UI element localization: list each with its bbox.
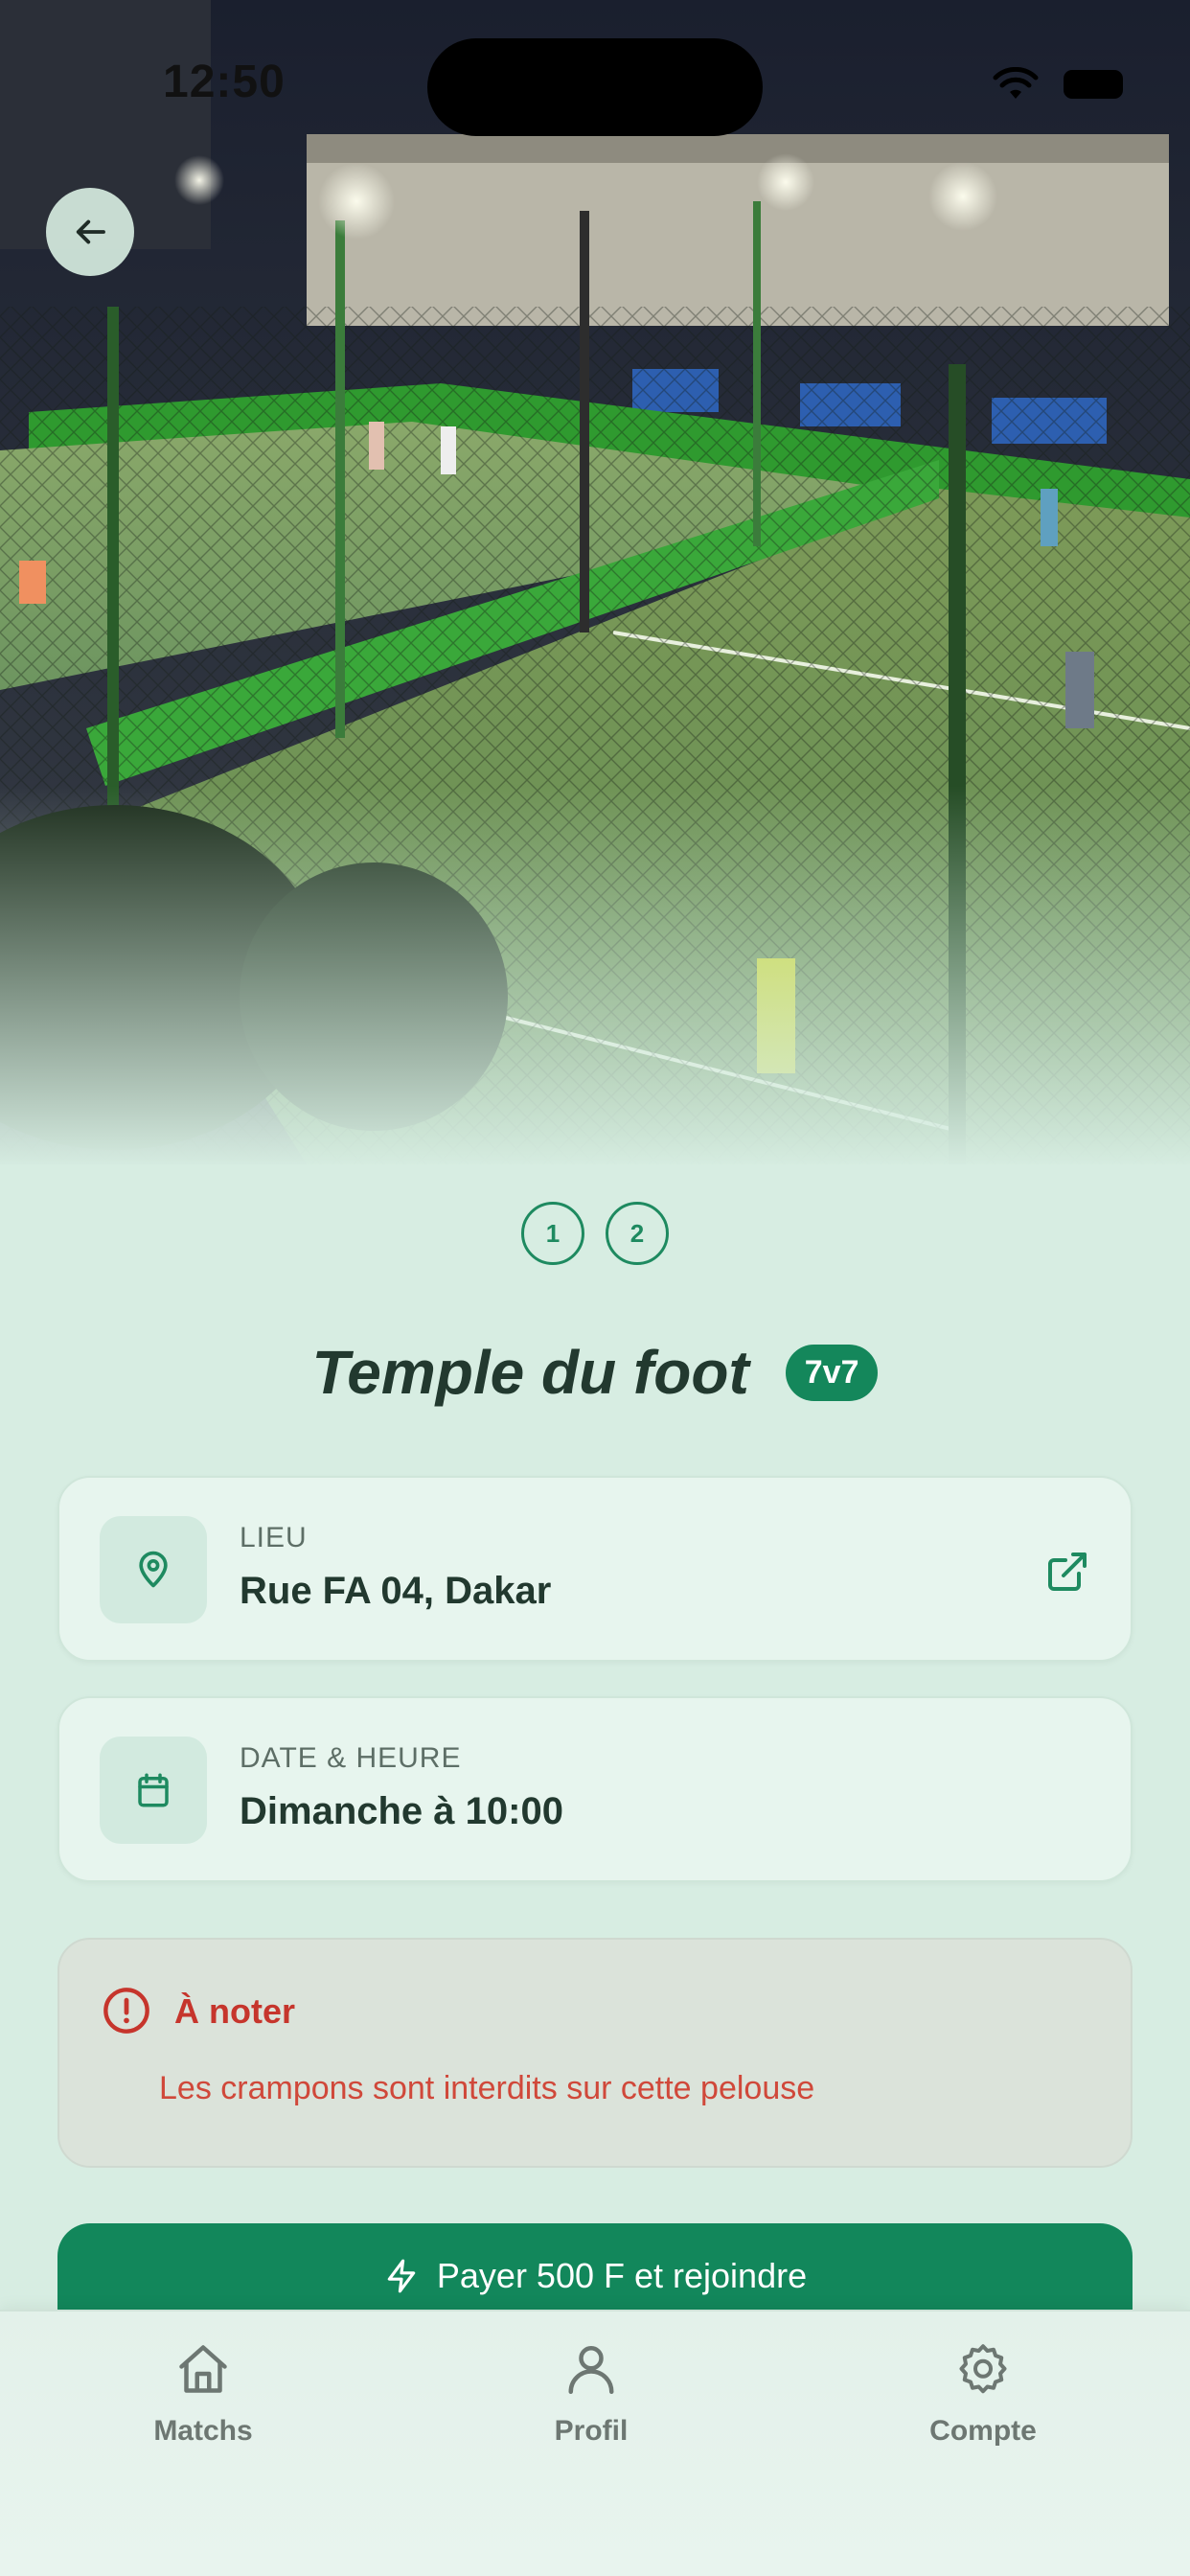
status-time: 12:50	[163, 57, 286, 107]
back-button[interactable]	[46, 188, 134, 276]
tab-matchs[interactable]: Matchs	[79, 2340, 328, 2448]
gallery-pagination: 1 2	[0, 1202, 1190, 1265]
battery-icon	[1064, 70, 1123, 99]
open-map-button[interactable]	[1041, 1545, 1094, 1598]
note-title: À noter	[174, 1991, 295, 2031]
datetime-card: DATE & HEURE Dimanche à 10:00	[57, 1696, 1133, 1882]
calendar-icon	[138, 1773, 169, 1807]
format-badge: 7v7	[785, 1344, 879, 1401]
map-pin-icon	[139, 1551, 168, 1588]
warning-note: À noter Les crampons sont interdits sur …	[57, 1938, 1133, 2168]
datetime-label: DATE & HEURE	[240, 1742, 462, 1774]
status-icons	[993, 67, 1123, 102]
location-icon-box	[100, 1516, 207, 1623]
alert-circle-icon	[103, 1988, 149, 2034]
location-value: Rue FA 04, Dakar	[240, 1570, 552, 1612]
dynamic-island	[427, 38, 763, 136]
tab-profil[interactable]: Profil	[467, 2340, 716, 2448]
gallery-page-1[interactable]: 1	[521, 1202, 584, 1265]
external-link-icon	[1048, 1552, 1087, 1591]
arrow-left-icon	[76, 219, 105, 244]
location-card[interactable]: LIEU Rue FA 04, Dakar	[57, 1476, 1133, 1662]
gallery-page-2[interactable]: 2	[606, 1202, 669, 1265]
tab-bar: Matchs Profil Compte	[0, 2310, 1190, 2576]
home-icon	[179, 2345, 227, 2393]
tab-matchs-label: Matchs	[153, 2415, 253, 2447]
location-label: LIEU	[240, 1522, 308, 1553]
pay-and-join-label: Payer 500 F et rejoindre	[436, 2256, 808, 2295]
tab-compte-label: Compte	[929, 2415, 1037, 2447]
user-icon	[568, 2346, 614, 2394]
venue-name: Temple du foot	[311, 1338, 749, 1407]
datetime-value: Dimanche à 10:00	[240, 1790, 563, 1832]
lightning-icon	[387, 2259, 416, 2293]
tab-compte[interactable]: Compte	[858, 2340, 1108, 2448]
photo-fade	[0, 786, 1190, 1164]
tab-profil-label: Profil	[554, 2415, 629, 2447]
gear-icon	[959, 2344, 1007, 2394]
venue-photo	[0, 0, 1190, 1164]
note-text: Les crampons sont interdits sur cette pe…	[159, 2070, 815, 2106]
venue-header: Temple du foot 7v7	[0, 1337, 1190, 1408]
wifi-icon	[993, 67, 1039, 102]
datetime-icon-box	[100, 1736, 207, 1844]
